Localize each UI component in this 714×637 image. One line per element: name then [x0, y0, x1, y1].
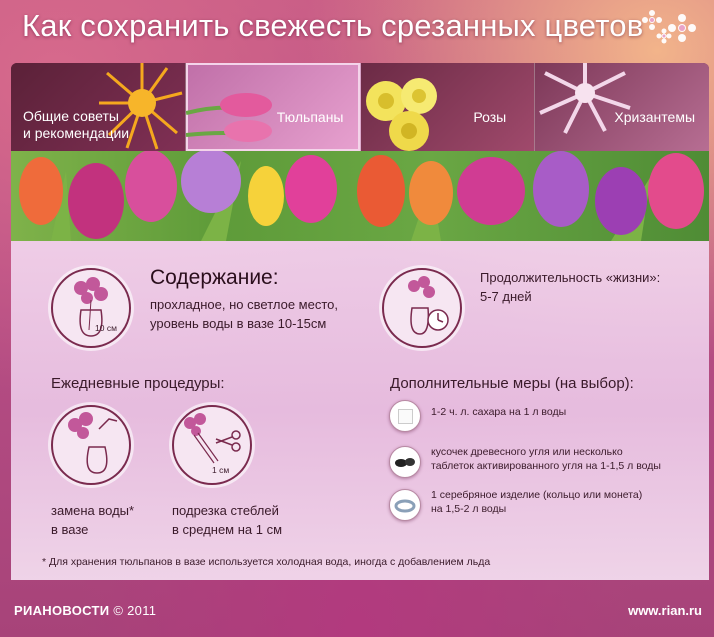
- tab-chrysanthemums[interactable]: Хризантемы: [535, 63, 709, 151]
- page-title: Как сохранить свежесть срезанных цветов: [22, 8, 644, 43]
- tab-label: Тюльпаны: [276, 109, 344, 125]
- stem-cut-text: подрезка стеблей в среднем на 1 см: [172, 503, 283, 537]
- daily-heading: Ежедневные процедуры:: [51, 375, 225, 392]
- rose-thumb-icon: [365, 78, 437, 151]
- tulip-thumb-icon: [185, 93, 272, 142]
- tab-label: Общие советы и рекомендации: [23, 108, 130, 141]
- tulips-illustration: [19, 151, 704, 241]
- footnote: * Для хранения тюльпанов в вазе использу…: [42, 556, 491, 568]
- storage-text: прохладное, но светлое место, уровень во…: [150, 297, 338, 331]
- tab-general-tips[interactable]: Общие советы и рекомендации: [11, 63, 186, 151]
- extra-item-silver: 1 серебряное изделие (кольцо или монета)…: [431, 489, 643, 515]
- water-change-circle: [51, 405, 131, 485]
- vase-water-level-label: 10 см: [95, 323, 117, 333]
- extra-item-charcoal: кусочек древесного угля или несколько та…: [431, 446, 661, 472]
- charcoal-icon: [389, 446, 421, 478]
- tab-label: Розы: [473, 109, 507, 125]
- extra-item-sugar: 1-2 ч. л. сахара на 1 л воды: [431, 406, 567, 418]
- flower-tabs: Общие советы и рекомендации Тюльпаны Роз…: [11, 63, 709, 151]
- tab-label: Хризантемы: [614, 109, 695, 125]
- tab-tulips[interactable]: Тюльпаны: [185, 63, 361, 151]
- stem-cut-length-label: 1 см: [212, 465, 230, 475]
- brand-logo[interactable]: РИАНОВОСТИ © 2011: [14, 603, 156, 618]
- copyright: © 2011: [113, 603, 157, 618]
- water-change-text: замена воды* в вазе: [51, 503, 135, 537]
- tab-roses[interactable]: Розы: [360, 63, 536, 151]
- sugar-icon: [389, 400, 421, 432]
- lifespan-text: Продолжительность «жизни»: 5-7 дней: [480, 270, 661, 304]
- vase-icon: [74, 277, 108, 337]
- silver-ring-icon: [389, 489, 421, 521]
- brand-name: РИАНОВОСТИ: [14, 603, 110, 618]
- tulip-banner-image: [11, 151, 709, 241]
- chrysanthemum-pink-thumb-icon: [539, 63, 631, 134]
- site-link[interactable]: www.rian.ru: [628, 603, 702, 618]
- vase-circle: [51, 268, 131, 348]
- vase-clock-icon: [408, 276, 449, 335]
- daisy-logo-icon: [642, 10, 696, 44]
- storage-heading: Содержание:: [150, 266, 279, 289]
- extra-heading: Дополнительные меры (на выбор):: [390, 375, 634, 392]
- clock-vase-circle: [382, 268, 462, 348]
- watering-vase-icon: [68, 412, 118, 474]
